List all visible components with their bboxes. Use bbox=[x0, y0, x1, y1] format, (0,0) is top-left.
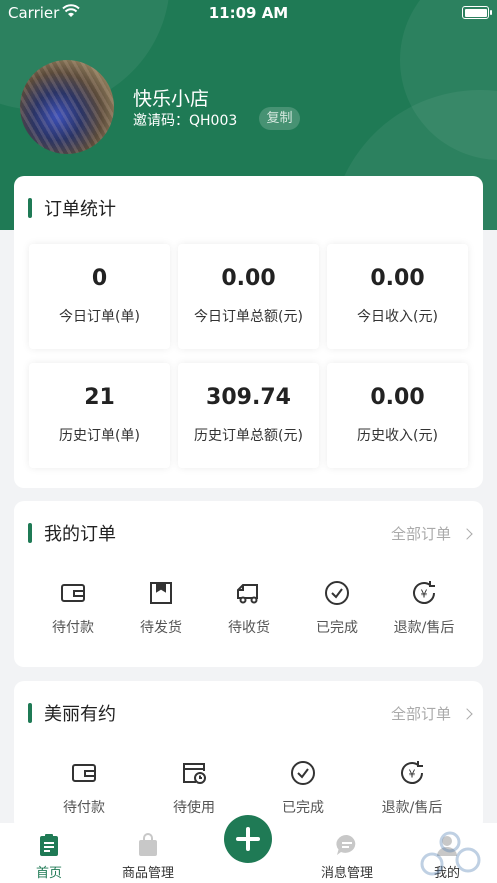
svg-text:¥: ¥ bbox=[421, 588, 428, 601]
all-appointments-link[interactable]: 全部订单 bbox=[390, 703, 473, 724]
stat-value: 309.74 bbox=[206, 385, 291, 410]
bag-icon bbox=[139, 833, 157, 856]
stat-value: 21 bbox=[84, 385, 115, 410]
clock: 11:09 AM bbox=[208, 4, 289, 22]
my-orders-card: 我的订单 全部订单 待付款 待发货 待收货 已完成 ¥ 退款/售后 bbox=[14, 501, 483, 667]
stat-today-total: 0.00 今日订单总额(元) bbox=[178, 244, 319, 349]
wallet-icon bbox=[72, 764, 96, 782]
order-status-label: 待付款 bbox=[52, 620, 94, 636]
stat-label: 今日订单(单) bbox=[59, 309, 140, 325]
order-status-refund[interactable]: ¥ 退款/售后 bbox=[384, 579, 464, 637]
tab-label: 商品管理 bbox=[121, 866, 174, 881]
stat-value: 0.00 bbox=[221, 266, 276, 291]
refund-icon: ¥ bbox=[401, 761, 423, 784]
stat-today-income: 0.00 今日收入(元) bbox=[327, 244, 468, 349]
stats-title: 订单统计 bbox=[44, 199, 116, 220]
order-stats-card: 订单统计 0 今日订单(单) 0.00 今日订单总额(元) 0.00 今日收入(… bbox=[14, 176, 483, 488]
order-status-label: 待收货 bbox=[228, 620, 270, 636]
calendar-clock-icon bbox=[183, 763, 206, 784]
check-circle-icon bbox=[325, 581, 349, 605]
invite-label: 邀请码： bbox=[133, 113, 189, 129]
watermark-logo bbox=[420, 831, 481, 876]
truck-icon bbox=[237, 584, 258, 604]
tab-label: 首页 bbox=[35, 866, 62, 881]
order-status-label: 待发货 bbox=[140, 620, 182, 636]
stat-today-orders: 0 今日订单(单) bbox=[29, 244, 170, 349]
stat-value: 0 bbox=[91, 266, 108, 291]
add-button[interactable] bbox=[224, 815, 272, 863]
all-appointments-label: 全部订单 bbox=[390, 705, 451, 723]
appointment-status-label: 退款/售后 bbox=[381, 800, 443, 816]
order-status-pending-payment[interactable]: 待付款 bbox=[33, 579, 113, 637]
beauty-appointments-card: 美丽有约 全部订单 待付款 待使用 已完成 ¥ 退款/售后 bbox=[14, 681, 483, 831]
section-title: 美丽有约 bbox=[28, 701, 116, 725]
stat-history-orders: 21 历史订单(单) bbox=[29, 363, 170, 468]
appointment-status-pending-payment[interactable]: 待付款 bbox=[44, 759, 124, 817]
order-status-completed[interactable]: 已完成 bbox=[297, 579, 377, 637]
avatar[interactable] bbox=[20, 60, 114, 154]
appointment-status-to-use[interactable]: 待使用 bbox=[154, 759, 234, 817]
appointment-status-refund[interactable]: ¥ 退款/售后 bbox=[372, 759, 452, 817]
refund-icon: ¥ bbox=[413, 581, 435, 604]
title-accent-bar bbox=[28, 523, 32, 543]
title-accent-bar bbox=[28, 198, 32, 218]
order-status-pending-receipt[interactable]: 待收货 bbox=[209, 579, 289, 637]
tab-message-management[interactable]: 消息管理 bbox=[307, 823, 387, 881]
stat-label: 历史订单总额(元) bbox=[194, 428, 303, 444]
stat-history-total: 309.74 历史订单总额(元) bbox=[178, 363, 319, 468]
beauty-title: 美丽有约 bbox=[44, 704, 116, 725]
stat-label: 历史订单(单) bbox=[59, 428, 140, 444]
section-title: 我的订单 bbox=[28, 521, 116, 545]
svg-text:¥: ¥ bbox=[409, 768, 416, 781]
check-circle-icon bbox=[291, 761, 315, 785]
invite-code-value: QH003 bbox=[189, 113, 238, 129]
all-orders-label: 全部订单 bbox=[390, 525, 451, 543]
status-bar: Carrier 11:09 AM bbox=[0, 0, 497, 26]
tab-home[interactable]: 首页 bbox=[9, 823, 89, 881]
stat-value: 0.00 bbox=[370, 266, 425, 291]
appointment-status-label: 已完成 bbox=[282, 800, 324, 816]
invite-code: 邀请码：QH003 bbox=[133, 110, 237, 130]
appointment-status-label: 待使用 bbox=[173, 800, 215, 816]
stat-value: 0.00 bbox=[370, 385, 425, 410]
chevron-right-icon bbox=[461, 527, 473, 540]
all-orders-link[interactable]: 全部订单 bbox=[390, 523, 473, 544]
order-status-label: 已完成 bbox=[316, 620, 358, 636]
stat-label: 今日收入(元) bbox=[357, 309, 438, 325]
appointment-status-completed[interactable]: 已完成 bbox=[263, 759, 343, 817]
order-status-label: 退款/售后 bbox=[393, 620, 455, 636]
chevron-right-icon bbox=[461, 707, 473, 720]
clipboard-icon bbox=[40, 834, 58, 856]
chat-icon bbox=[336, 834, 356, 855]
section-title: 订单统计 bbox=[28, 196, 116, 220]
battery-icon bbox=[462, 6, 492, 19]
stat-label: 今日订单总额(元) bbox=[194, 309, 303, 325]
tab-label: 消息管理 bbox=[320, 866, 373, 881]
stat-label: 历史收入(元) bbox=[357, 428, 438, 444]
box-icon bbox=[150, 582, 172, 604]
title-accent-bar bbox=[28, 703, 32, 723]
my-orders-title: 我的订单 bbox=[44, 524, 116, 545]
wallet-icon bbox=[61, 584, 85, 602]
order-status-pending-shipment[interactable]: 待发货 bbox=[121, 579, 201, 637]
shop-name: 快乐小店 bbox=[133, 88, 210, 110]
stat-history-income: 0.00 历史收入(元) bbox=[327, 363, 468, 468]
appointment-status-label: 待付款 bbox=[63, 800, 105, 816]
copy-button[interactable]: 复制 bbox=[259, 107, 300, 130]
tab-product-management[interactable]: 商品管理 bbox=[108, 823, 188, 881]
